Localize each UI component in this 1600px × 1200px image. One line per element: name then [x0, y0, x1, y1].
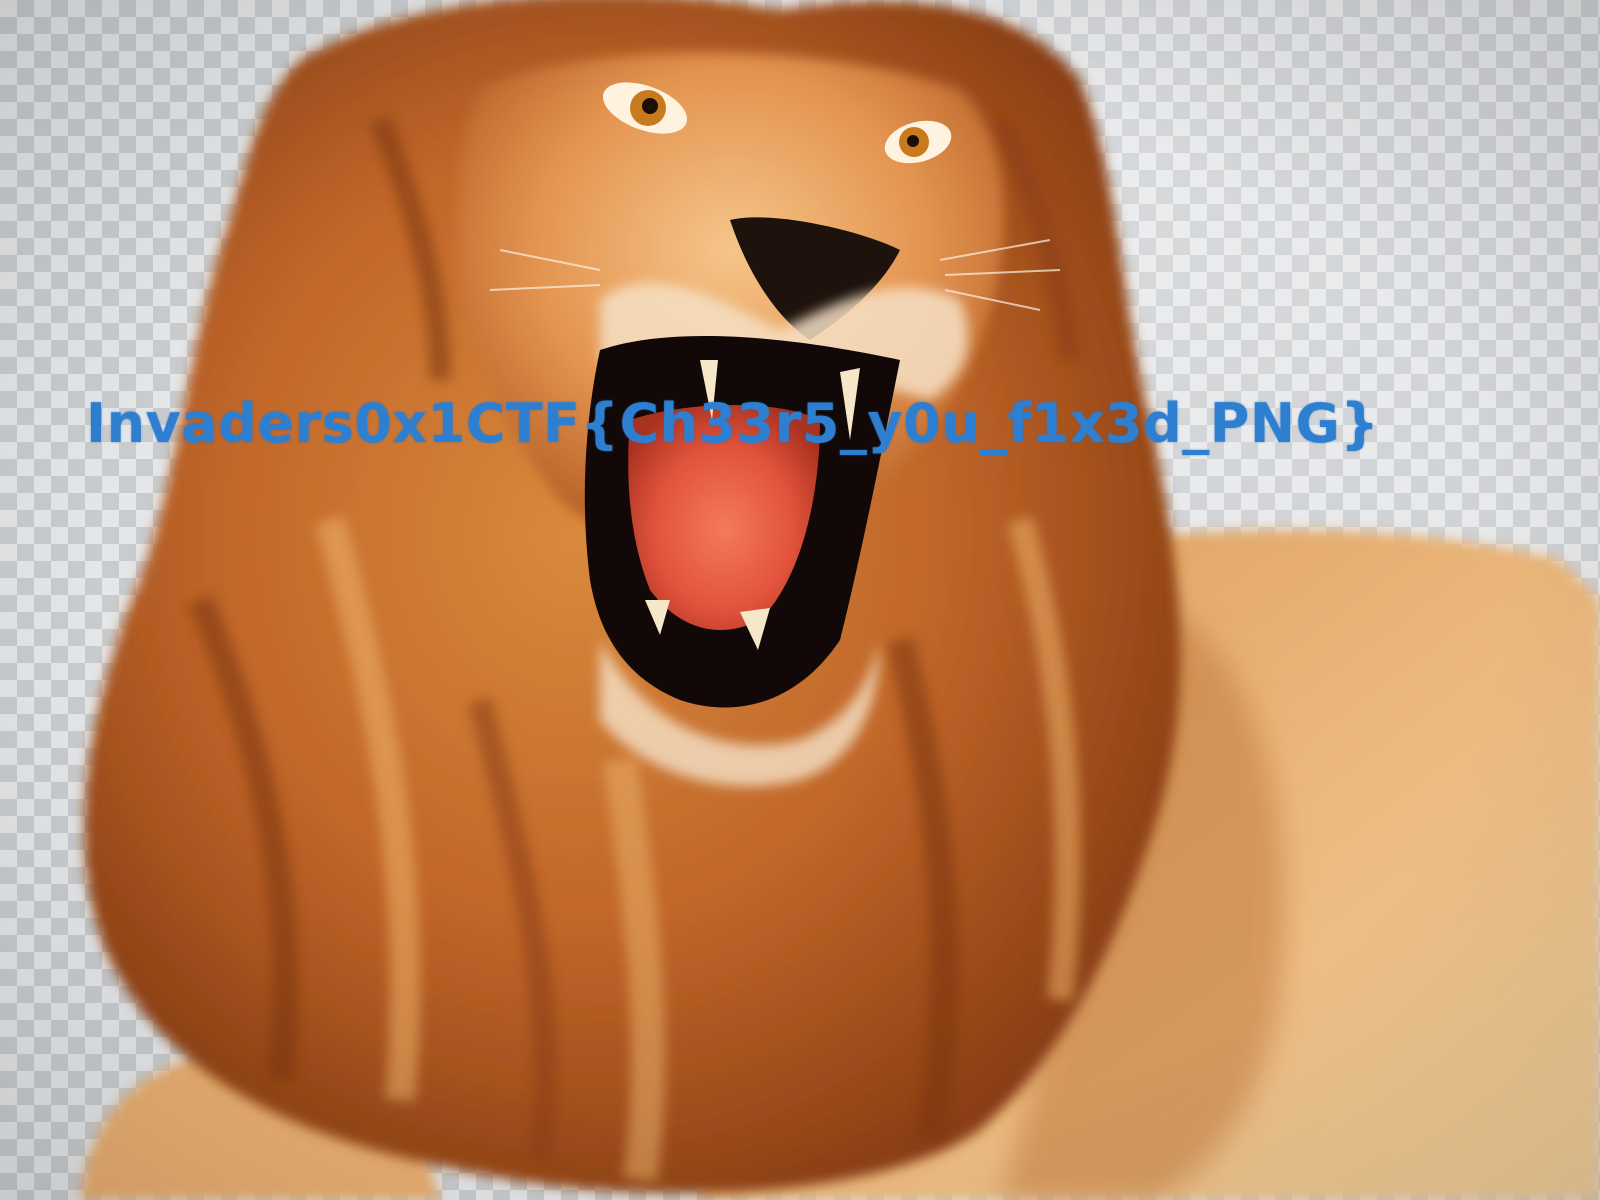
ctf-flag-text: Invaders0x1CTF{Ch33r5_y0u_f1x3d_PNG} — [86, 392, 1380, 455]
photo-frame: Invaders0x1CTF{Ch33r5_y0u_f1x3d_PNG} — [0, 0, 1600, 1200]
lion-icon — [80, 0, 1600, 1200]
